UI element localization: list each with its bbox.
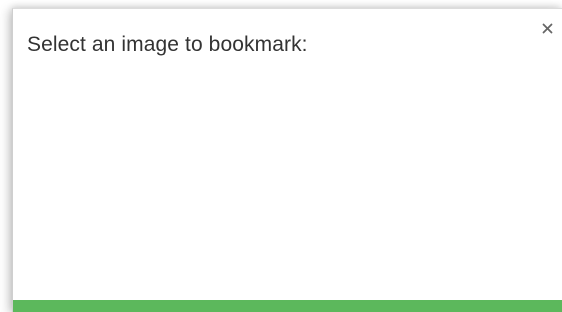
image-selection-area bbox=[27, 79, 548, 288]
close-icon bbox=[542, 23, 553, 34]
close-button[interactable] bbox=[538, 19, 556, 37]
bookmark-action-bar[interactable] bbox=[13, 300, 562, 312]
dialog-title: Select an image to bookmark: bbox=[27, 33, 308, 56]
bookmark-image-dialog: Select an image to bookmark: bbox=[12, 8, 562, 312]
